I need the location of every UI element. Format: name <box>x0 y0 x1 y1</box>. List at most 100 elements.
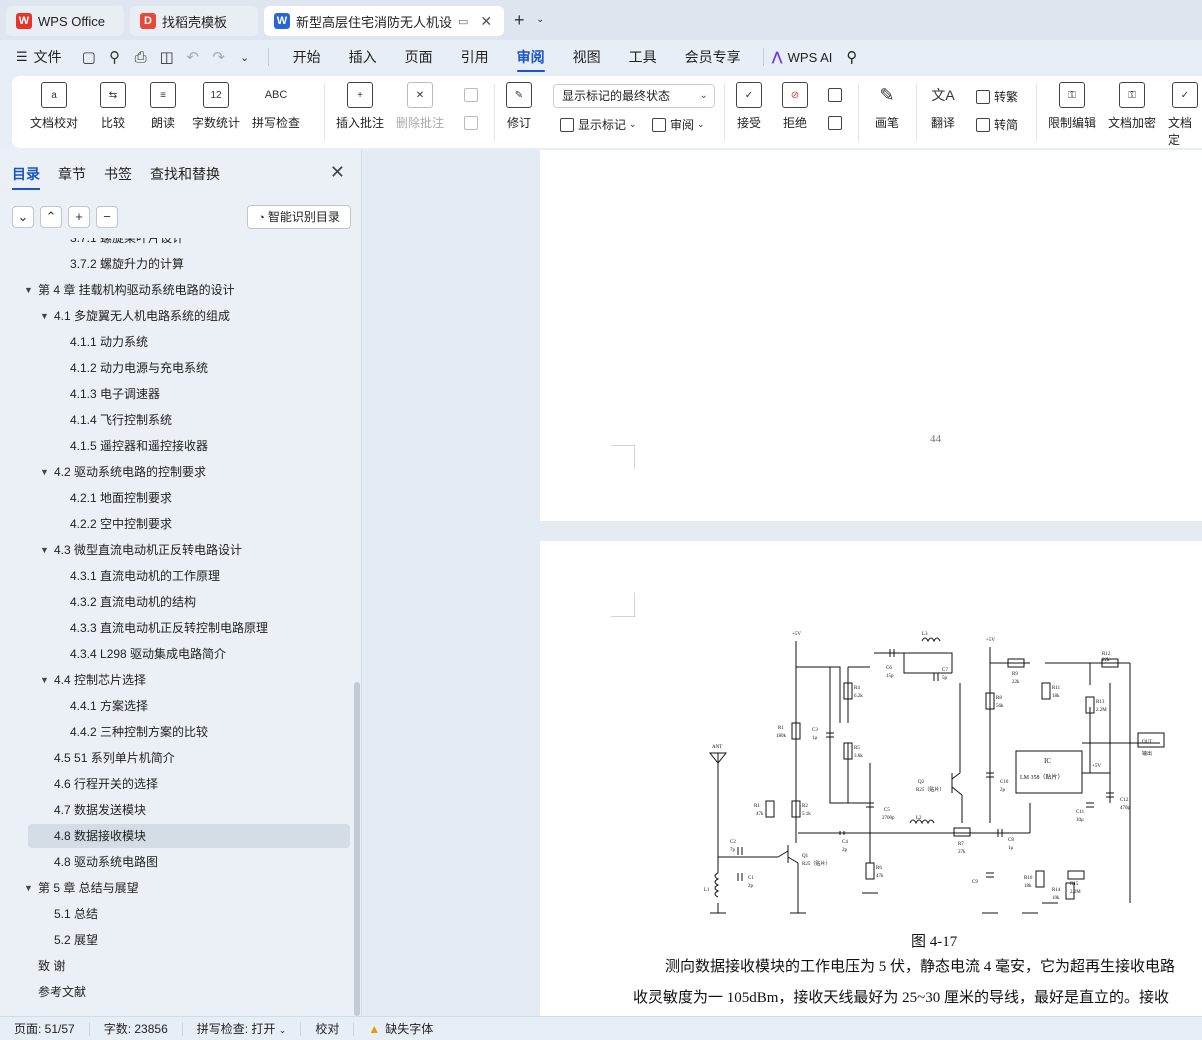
expand-arrow-icon[interactable]: ▼ <box>40 304 49 328</box>
expand-arrow-icon[interactable]: ▼ <box>24 278 33 302</box>
expand-arrow-icon[interactable]: ▼ <box>24 876 33 900</box>
toc-item[interactable]: 4.7 数据发送模块 <box>0 798 352 822</box>
proofread-button[interactable]: a 文档校对 <box>30 82 78 131</box>
menu-view[interactable]: 视图 <box>559 40 615 74</box>
close-nav-icon[interactable]: ✕ <box>330 162 345 183</box>
toc-item[interactable]: 4.1.2 动力电源与充电系统 <box>0 356 352 380</box>
nav-tab-sections[interactable]: 章节 <box>58 164 86 184</box>
share-icon[interactable]: ⚲ <box>102 44 128 70</box>
toc-item[interactable]: 4.3.1 直流电动机的工作原理 <box>0 564 352 588</box>
pen-button[interactable]: ✎ 画笔 <box>874 82 900 131</box>
toc-item[interactable]: ▼ 4.1 多旋翼无人机电路系统的组成 <box>0 304 352 328</box>
next-change-icon[interactable] <box>828 116 846 130</box>
menu-review[interactable]: 审阅 <box>503 40 559 74</box>
tab-docer-templates[interactable]: D 找稻壳模板 <box>130 6 258 36</box>
close-tab-icon[interactable]: ✕ <box>480 13 492 30</box>
toc-item[interactable]: ▼ 第 4 章 挂载机构驱动系统电路的设计 <box>0 278 352 302</box>
delete-comment-button[interactable]: ✕ 删除批注 <box>396 82 444 131</box>
nav-tab-toc[interactable]: 目录 <box>12 164 40 190</box>
expand-arrow-icon[interactable]: ▼ <box>40 538 49 562</box>
toc-item[interactable]: 4.1.4 飞行控制系统 <box>0 408 352 432</box>
more-chevron-icon[interactable]: ⌄ <box>232 44 258 70</box>
toc-item[interactable]: 4.8 数据接收模块 <box>28 824 350 848</box>
wps-ai-button[interactable]: ⋀ WPS AI <box>772 49 833 65</box>
smart-toc-button[interactable]: ◔ 智能识别目录 <box>247 205 351 229</box>
show-markup-button[interactable]: 显示标记 ⌄ <box>560 116 637 133</box>
undo-icon[interactable]: ↶ <box>180 44 206 70</box>
toc-item[interactable]: 参考文献 <box>0 980 352 1004</box>
toc-item[interactable]: 4.2.2 空中控制要求 <box>0 512 352 536</box>
nav-tab-find-replace[interactable]: 查找和替换 <box>150 164 220 184</box>
expand-arrow-icon[interactable]: ▼ <box>40 668 49 692</box>
prev-change-icon[interactable] <box>828 88 846 102</box>
proof-status[interactable]: 校对 <box>301 1021 355 1036</box>
search-icon[interactable]: ⚲ <box>846 48 857 66</box>
toc-item[interactable]: 4.1.3 电子调速器 <box>0 382 352 406</box>
word-count-status[interactable]: 字数: 23856 <box>90 1021 183 1036</box>
toc-item[interactable]: 4.1.5 遥控器和遥控接收器 <box>0 434 352 458</box>
toc-item[interactable]: 4.8 驱动系统电路图 <box>0 850 352 874</box>
next-comment-icon[interactable] <box>464 116 482 130</box>
print-preview-icon[interactable]: ◫ <box>154 44 180 70</box>
remove-heading-icon[interactable]: − <box>96 206 118 228</box>
restrict-edit-button[interactable]: ⚿ 限制编辑 <box>1048 82 1096 131</box>
review-pane-button[interactable]: 审阅 ⌄ <box>652 116 705 133</box>
toc-item[interactable]: 4.1.1 动力系统 <box>0 330 352 354</box>
spell-check-button[interactable]: ABC 拼写检查 <box>252 82 300 131</box>
read-aloud-button[interactable]: ≡ 朗读 <box>150 82 176 131</box>
toc-item[interactable]: ▼ 4.2 驱动系统电路的控制要求 <box>0 460 352 484</box>
toc-item[interactable]: 致 谢 <box>0 954 352 978</box>
new-tab-plus-icon[interactable]: + <box>514 10 525 31</box>
toc-item[interactable]: 4.4.1 方案选择 <box>0 694 352 718</box>
toc-item[interactable]: 4.4.2 三种控制方案的比较 <box>0 720 352 744</box>
save-icon[interactable]: ▢ <box>76 44 102 70</box>
toc-item[interactable]: 4.6 行程开关的选择 <box>0 772 352 796</box>
menu-home[interactable]: 开始 <box>279 40 335 74</box>
menu-membership[interactable]: 会员专享 <box>671 40 755 74</box>
nav-scrollbar[interactable] <box>354 682 360 1016</box>
prev-comment-icon[interactable] <box>464 88 482 102</box>
toc-item[interactable]: 4.5 51 系列单片机简介 <box>0 746 352 770</box>
menu-page[interactable]: 页面 <box>391 40 447 74</box>
accept-button[interactable]: ✓ 接受 <box>736 82 762 131</box>
redo-icon[interactable]: ↷ <box>206 44 232 70</box>
menu-tools[interactable]: 工具 <box>615 40 671 74</box>
compare-button[interactable]: ⇆ 比较 <box>100 82 126 131</box>
translate-button[interactable]: 文A 翻译 <box>930 82 956 131</box>
expand-arrow-icon[interactable]: ▼ <box>40 460 49 484</box>
word-count-button[interactable]: 12 字数统计 <box>192 82 240 131</box>
to-simplified-button[interactable]: 转简 <box>976 116 1018 133</box>
markup-state-select[interactable]: 显示标记的最终状态 ⌄ <box>553 84 715 108</box>
file-menu[interactable]: ☰ 文件 <box>0 47 62 67</box>
menu-references[interactable]: 引用 <box>447 40 503 74</box>
toc-item[interactable]: 3.7.1 螺旋桨叶片设计 <box>0 238 352 250</box>
encrypt-button[interactable]: ⚿ 文档加密 <box>1108 82 1156 131</box>
screen-icon[interactable]: ▭ <box>458 15 468 28</box>
toc-item[interactable]: 3.7.2 螺旋升力的计算 <box>0 252 352 276</box>
toc-item[interactable]: ▼ 4.3 微型直流电动机正反转电路设计 <box>0 538 352 562</box>
toc-item[interactable]: ▼ 4.4 控制芯片选择 <box>0 668 352 692</box>
nav-tab-bookmarks[interactable]: 书签 <box>104 164 132 184</box>
doc-final-button[interactable]: ✓ 文档定 <box>1168 82 1202 148</box>
to-traditional-button[interactable]: 转繁 <box>976 88 1018 105</box>
toc-item[interactable]: 4.3.4 L298 驱动集成电路简介 <box>0 642 352 666</box>
reject-button[interactable]: ⊘ 拒绝 <box>782 82 808 131</box>
print-icon[interactable]: ⎙ <box>128 44 154 70</box>
toc-item[interactable]: 4.2.1 地面控制要求 <box>0 486 352 510</box>
insert-comment-button[interactable]: + 插入批注 <box>336 82 384 131</box>
tab-list-chevron-icon[interactable]: ⌄ <box>536 14 544 25</box>
tab-wps-office[interactable]: W WPS Office <box>6 6 124 36</box>
expand-all-icon[interactable]: ⌄ <box>12 206 34 228</box>
toc-item[interactable]: 4.3.3 直流电动机正反转控制电路原理 <box>0 616 352 640</box>
toc-item[interactable]: 5.1 总结 <box>0 902 352 926</box>
collapse-all-icon[interactable]: ⌃ <box>40 206 62 228</box>
add-heading-icon[interactable]: + <box>68 206 90 228</box>
revise-button[interactable]: ✎ 修订 <box>506 82 532 131</box>
toc-item[interactable]: 5.2 展望 <box>0 928 352 952</box>
page-indicator[interactable]: 页面: 51/57 <box>0 1021 90 1036</box>
toc-item[interactable]: ▼ 第 5 章 总结与展望 <box>0 876 352 900</box>
menu-insert[interactable]: 插入 <box>335 40 391 74</box>
missing-font-status[interactable]: ▲ 缺失字体 <box>354 1022 447 1036</box>
spell-check-status[interactable]: 拼写检查: 打开 ⌄ <box>183 1021 302 1036</box>
tab-current-document[interactable]: W 新型高层住宅消防无人机设计 ▭ ✕ <box>264 6 504 36</box>
